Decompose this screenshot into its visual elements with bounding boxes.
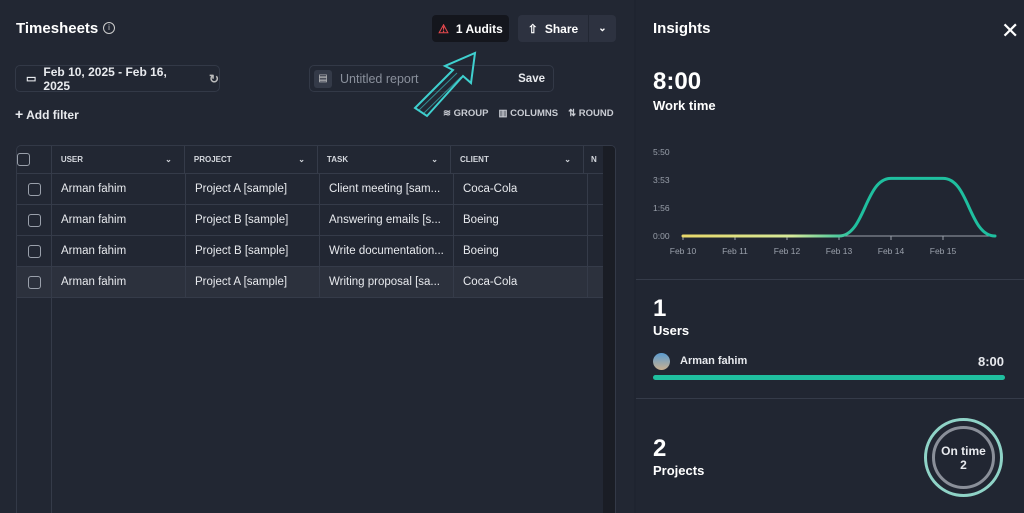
add-filter-button[interactable]: + Add filter [15,106,79,122]
date-range-picker[interactable]: ▭ Feb 10, 2025 - Feb 16, 2025 ↻ [15,64,220,93]
cell-user: Arman fahim [52,205,186,235]
users-count: 1 [653,295,667,322]
row-checkbox[interactable] [17,267,52,297]
cell-project: Project A [sample] [186,267,320,297]
document-icon: ▤ [314,69,332,88]
insights-panel: Insights ✕ 8:00 Work time 0:00 1:56 3:53 5:… [636,0,1024,513]
projects-count: 2 [653,435,667,462]
columns-button[interactable]: ▥ COLUMNS [498,108,558,119]
timesheets-panel: Timesheets i ⚠ 1 Audits ⇧ Share ⌄ ▭ Feb 10,… [0,0,634,513]
cell-client: Boeing [454,205,588,235]
user-time: 8:00 [977,354,1004,369]
annotation-arrow [413,51,477,118]
columns-label: COLUMNS [510,108,559,119]
column-header-user[interactable]: USER ⌄ [52,146,185,173]
x-tick-label: Feb 14 [878,246,905,256]
x-tick-label: Feb 12 [774,246,801,256]
round-label: ROUND [578,108,614,119]
cell-task: Client meeting [sam... [320,174,454,204]
insights-title: Insights [653,20,711,37]
work-time-series-line [681,176,997,238]
y-tick-label: 0:00 [653,231,670,241]
work-time-chart: 0:00 1:56 3:53 5:50 Feb 10 Feb 11 Feb 12 Feb 13… [653,147,997,256]
cell-task: Writing proposal [sa... [320,267,454,297]
cell-client: Boeing [454,236,588,266]
on-time-ring: On time 2 [924,418,1003,497]
save-button[interactable]: Save [518,73,545,85]
user-progress-bar [653,375,1005,380]
page-title: Timesheets [16,20,99,37]
work-time-label: Work time [653,98,716,113]
cell-user: Arman fahim [52,174,186,204]
y-tick-label: 1:56 [653,203,670,213]
column-header-client[interactable]: CLIENT ⌄ [451,146,584,173]
chevron-down-icon[interactable]: ⌄ [564,155,571,164]
table-header: USER ⌄ PROJECT ⌄ TASK ⌄ CLIENT ⌄ N [17,146,603,174]
x-tick-label: Feb 11 [722,246,748,256]
chevron-down-icon[interactable]: ⌄ [431,155,438,164]
cell-task: Write documentation... [320,236,454,266]
cell-client: Coca-Cola [454,174,588,204]
cell-project: Project B [sample] [186,236,320,266]
row-checkbox[interactable] [17,174,52,204]
share-label: Share [544,21,579,36]
user-progress-track [653,375,1005,380]
column-header-task[interactable]: TASK ⌄ [318,146,451,173]
column-header-n[interactable]: N [584,146,603,173]
calendar-icon: ▭ [26,73,37,85]
y-tick-label: 5:50 [653,147,670,157]
warning-icon: ⚠ [438,21,449,36]
columns-icon: ▥ [498,108,508,119]
chevron-down-icon: ⌄ [598,23,607,34]
user-name: Arman fahim [680,355,748,367]
cell-client: Coca-Cola [454,267,588,297]
table-row[interactable]: Arman fahim Project B [sample] Write docum… [17,236,603,267]
work-time-value: 8:00 [653,68,702,95]
table-row[interactable]: Arman fahim Project A [sample] Writing pro… [17,267,603,298]
audits-button[interactable]: ⚠ 1 Audits [432,15,509,42]
cell-task: Answering emails [s... [320,205,454,235]
chevron-down-icon[interactable]: ⌄ [298,155,305,164]
table-row[interactable]: Arman fahim Project B [sample] Answering e… [17,205,603,236]
on-time-label: On time [941,443,986,458]
table-row[interactable]: Arman fahim Project A [sample] Client meet… [17,174,603,205]
row-checkbox[interactable] [17,236,52,266]
cell-project: Project B [sample] [186,205,320,235]
users-label: Users [653,323,690,338]
select-all-checkbox[interactable] [17,146,52,173]
refresh-icon[interactable]: ↻ [209,72,219,86]
cell-project: Project A [sample] [186,174,320,204]
y-tick-label: 3:53 [653,175,670,185]
add-filter-label: Add filter [26,108,79,122]
share-dropdown-button[interactable]: ⌄ [589,15,616,42]
date-range-label: Feb 10, 2025 - Feb 16, 2025 [43,64,167,93]
x-tick-label: Feb 10 [670,246,697,256]
row-checkbox[interactable] [17,205,52,235]
column-header-project[interactable]: PROJECT ⌄ [185,146,318,173]
plus-icon: + [15,106,24,122]
info-icon[interactable]: i [103,22,115,34]
cell-user: Arman fahim [52,236,186,266]
chevron-down-icon[interactable]: ⌄ [165,155,172,164]
round-button[interactable]: ⇅ ROUND [568,108,613,119]
avatar [653,353,670,370]
on-time-count: 2 [960,457,967,472]
sort-icon: ⇅ [568,108,577,119]
x-tick-label: Feb 15 [930,246,957,256]
upload-icon: ⇧ [527,21,538,36]
cell-user: Arman fahim [52,267,186,297]
share-button[interactable]: ⇧ Share [518,15,588,42]
timesheet-table: USER ⌄ PROJECT ⌄ TASK ⌄ CLIENT ⌄ N Arman fah… [16,145,616,513]
x-tick-label: Feb 13 [826,246,853,256]
projects-label: Projects [653,463,705,478]
close-icon[interactable]: ✕ [1001,18,1019,44]
table-scrollbar[interactable] [603,146,615,513]
audits-label: 1 Audits [455,21,503,36]
